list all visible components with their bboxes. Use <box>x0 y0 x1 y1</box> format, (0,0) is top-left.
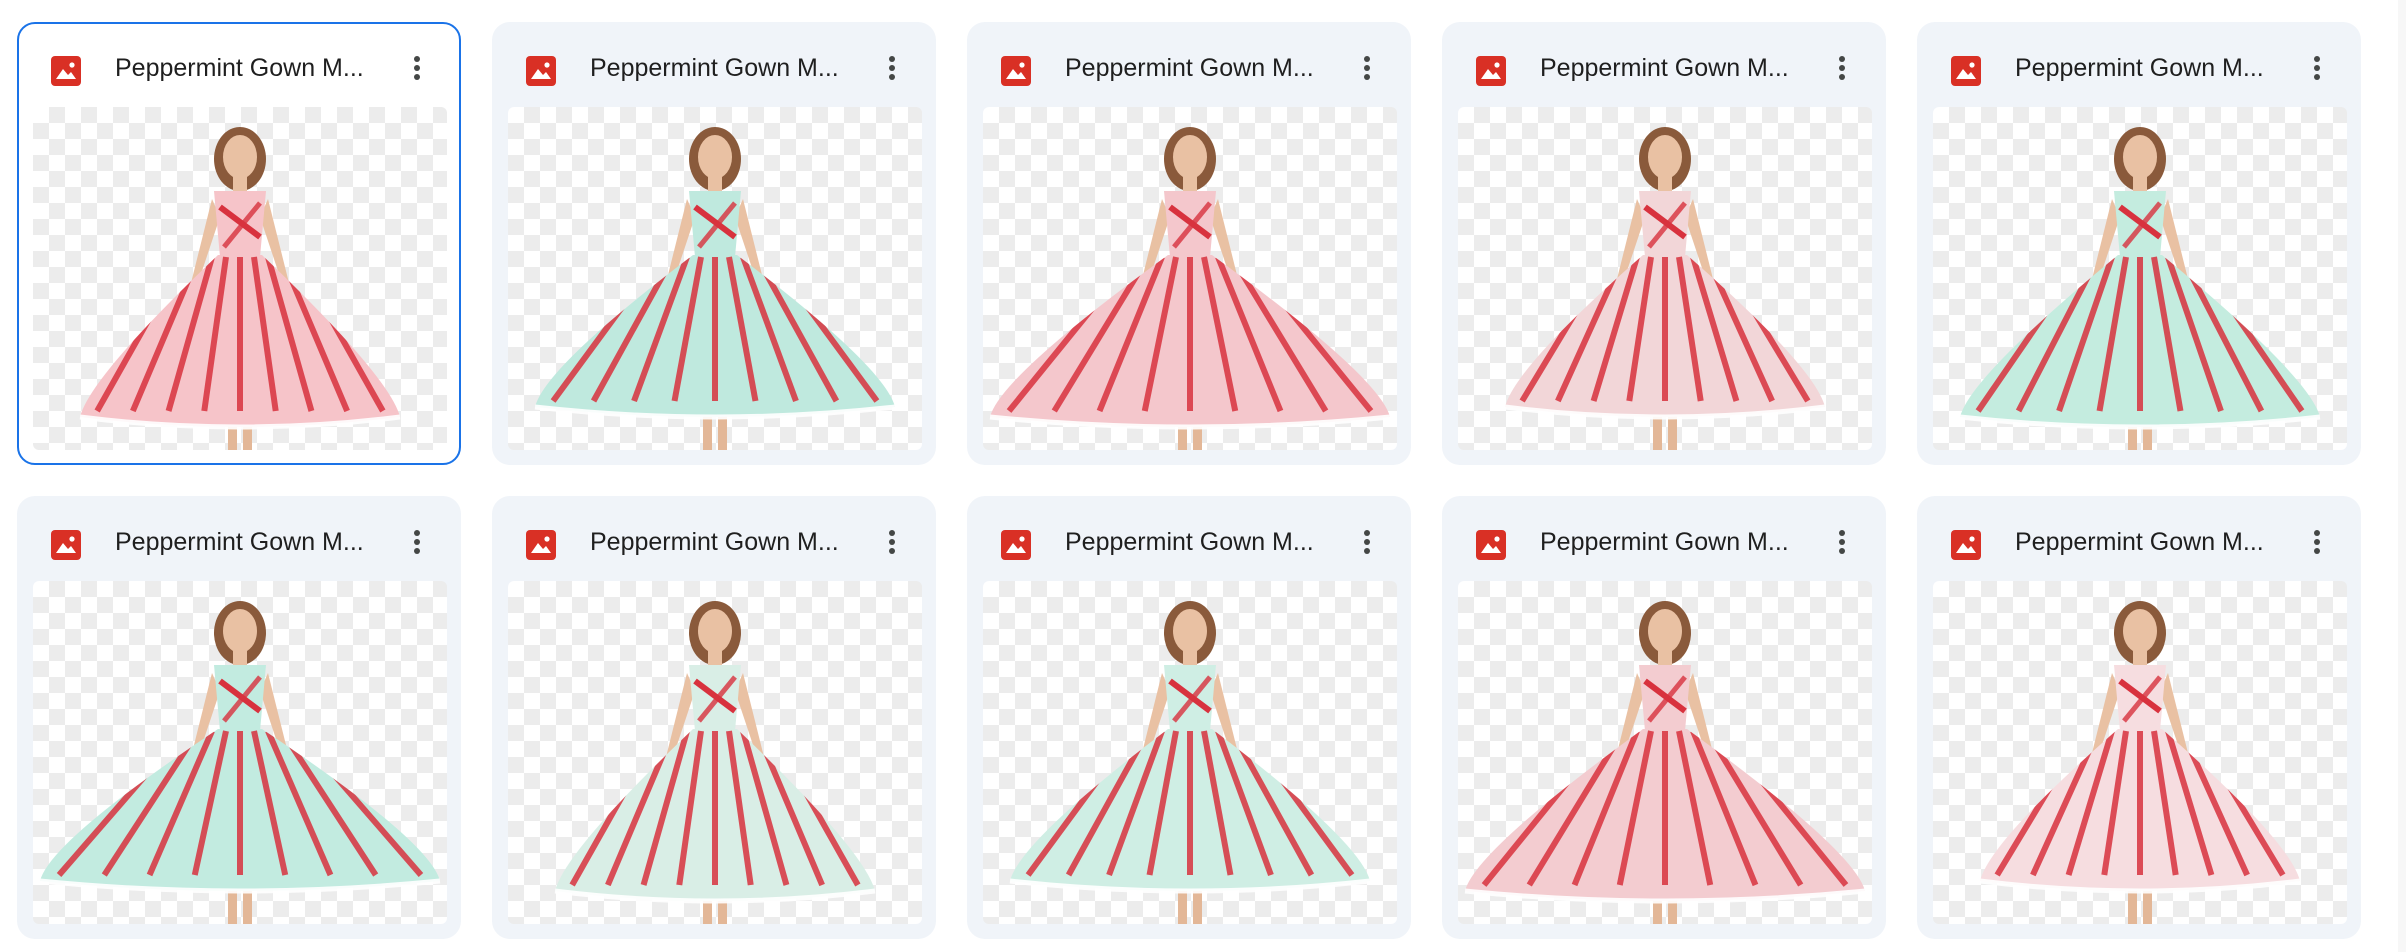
more-dot <box>2314 65 2320 71</box>
scrollbar-track[interactable] <box>2398 0 2406 952</box>
file-card-header: Peppermint Gown M... <box>494 24 934 104</box>
more-dot <box>889 530 895 536</box>
file-thumbnail[interactable] <box>1933 581 2347 924</box>
more-vert-icon[interactable] <box>872 48 912 88</box>
more-dot <box>2314 74 2320 80</box>
file-card-header: Peppermint Gown M... <box>1919 24 2359 104</box>
more-dot <box>1839 548 1845 554</box>
more-dot <box>1839 530 1845 536</box>
file-card-header: Peppermint Gown M... <box>1444 498 1884 578</box>
more-dot <box>1364 56 1370 62</box>
file-name[interactable]: Peppermint Gown M... <box>590 525 872 559</box>
file-thumbnail[interactable] <box>983 107 1397 450</box>
file-card[interactable]: Peppermint Gown M... <box>1442 22 1886 465</box>
more-dot <box>1364 65 1370 71</box>
file-card[interactable]: Peppermint Gown M... <box>17 496 461 939</box>
file-name[interactable]: Peppermint Gown M... <box>115 525 397 559</box>
more-dot <box>889 65 895 71</box>
image-file-icon <box>51 530 81 560</box>
file-name[interactable]: Peppermint Gown M... <box>1065 525 1347 559</box>
more-vert-icon[interactable] <box>2297 48 2337 88</box>
image-file-icon <box>1001 530 1031 560</box>
more-dot <box>889 539 895 545</box>
image-file-icon <box>1476 56 1506 86</box>
more-dot <box>1839 56 1845 62</box>
file-card[interactable]: Peppermint Gown M... <box>492 496 936 939</box>
file-card-header: Peppermint Gown M... <box>1444 24 1884 104</box>
file-card[interactable]: Peppermint Gown M... <box>1917 22 2361 465</box>
file-card-header: Peppermint Gown M... <box>969 498 1409 578</box>
file-name[interactable]: Peppermint Gown M... <box>1540 525 1822 559</box>
file-name[interactable]: Peppermint Gown M... <box>2015 525 2297 559</box>
file-card-header: Peppermint Gown M... <box>494 498 934 578</box>
file-thumbnail[interactable] <box>508 107 922 450</box>
file-thumbnail[interactable] <box>1458 107 1872 450</box>
more-vert-icon[interactable] <box>1347 522 1387 562</box>
more-dot <box>889 56 895 62</box>
file-card[interactable]: Peppermint Gown M... <box>1917 496 2361 939</box>
file-card[interactable]: Peppermint Gown M... <box>17 22 461 465</box>
file-thumbnail[interactable] <box>508 581 922 924</box>
file-card[interactable]: Peppermint Gown M... <box>492 22 936 465</box>
more-dot <box>889 74 895 80</box>
image-file-icon <box>1476 530 1506 560</box>
more-dot <box>1839 539 1845 545</box>
file-card-header: Peppermint Gown M... <box>969 24 1409 104</box>
more-dot <box>889 548 895 554</box>
image-file-icon <box>1951 56 1981 86</box>
file-name[interactable]: Peppermint Gown M... <box>1065 51 1347 85</box>
file-card-header: Peppermint Gown M... <box>1919 498 2359 578</box>
file-thumbnail[interactable] <box>1458 581 1872 924</box>
image-file-icon <box>1951 530 1981 560</box>
file-name[interactable]: Peppermint Gown M... <box>115 51 397 85</box>
more-vert-icon[interactable] <box>397 522 437 562</box>
more-dot <box>414 65 420 71</box>
more-dot <box>414 56 420 62</box>
file-thumbnail[interactable] <box>983 581 1397 924</box>
more-dot <box>1839 65 1845 71</box>
more-dot <box>2314 539 2320 545</box>
more-dot <box>414 539 420 545</box>
file-card-header: Peppermint Gown M... <box>19 498 459 578</box>
more-vert-icon[interactable] <box>1822 522 1862 562</box>
more-dot <box>1839 74 1845 80</box>
image-file-icon <box>51 56 81 86</box>
file-card[interactable]: Peppermint Gown M... <box>967 496 1411 939</box>
image-file-icon <box>1001 56 1031 86</box>
more-dot <box>2314 530 2320 536</box>
file-card-header: Peppermint Gown M... <box>19 24 459 104</box>
file-name[interactable]: Peppermint Gown M... <box>1540 51 1822 85</box>
more-dot <box>1364 548 1370 554</box>
file-card[interactable]: Peppermint Gown M... <box>967 22 1411 465</box>
more-dot <box>1364 539 1370 545</box>
more-dot <box>1364 530 1370 536</box>
more-vert-icon[interactable] <box>1822 48 1862 88</box>
more-dot <box>2314 548 2320 554</box>
more-vert-icon[interactable] <box>1347 48 1387 88</box>
file-card[interactable]: Peppermint Gown M... <box>1442 496 1886 939</box>
more-dot <box>1364 74 1370 80</box>
file-thumbnail[interactable] <box>33 581 447 924</box>
file-name[interactable]: Peppermint Gown M... <box>590 51 872 85</box>
more-vert-icon[interactable] <box>872 522 912 562</box>
file-grid: Peppermint Gown M... Peppermint Gown M..… <box>0 0 2406 952</box>
file-thumbnail[interactable] <box>33 107 447 450</box>
more-dot <box>414 548 420 554</box>
file-thumbnail[interactable] <box>1933 107 2347 450</box>
image-file-icon <box>526 56 556 86</box>
more-dot <box>414 530 420 536</box>
more-vert-icon[interactable] <box>397 48 437 88</box>
more-dot <box>2314 56 2320 62</box>
more-dot <box>414 74 420 80</box>
image-file-icon <box>526 530 556 560</box>
more-vert-icon[interactable] <box>2297 522 2337 562</box>
file-name[interactable]: Peppermint Gown M... <box>2015 51 2297 85</box>
